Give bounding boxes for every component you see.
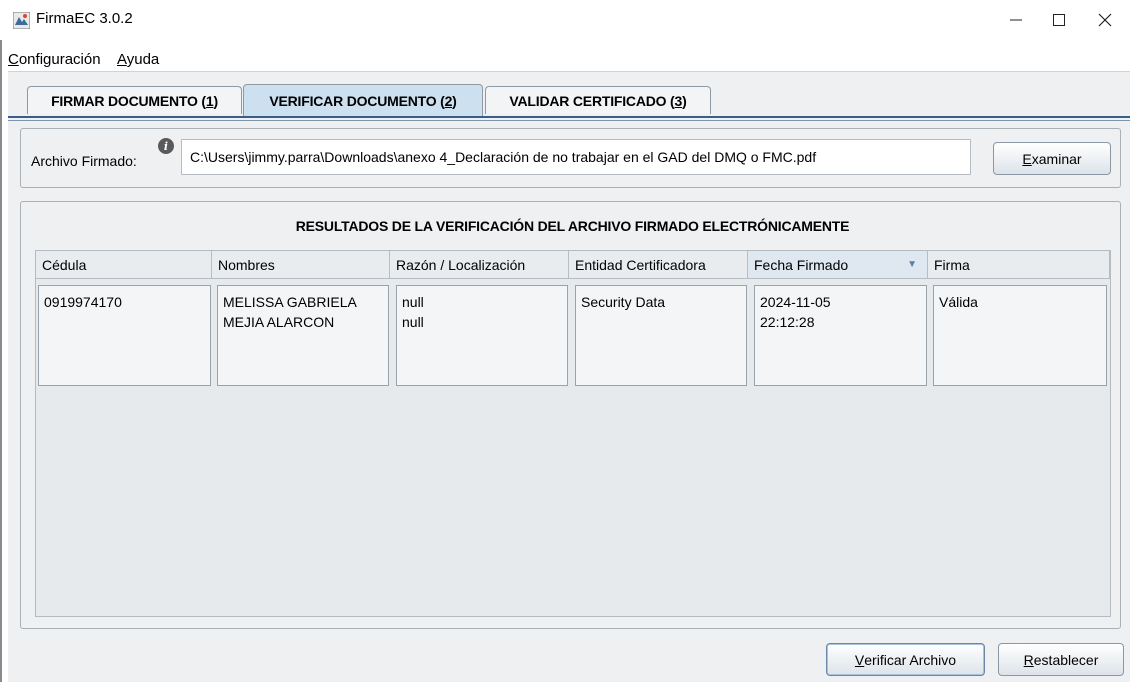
- tab-verificar-label: VERIFICAR DOCUMENTO (: [269, 92, 445, 109]
- cell-fecha-date: 2024-11-05: [760, 294, 831, 310]
- window-title: FirmaEC 3.0.2: [36, 10, 133, 27]
- tab-verificar-mnemonic: 2: [444, 92, 453, 109]
- tab-underline-secondary: [8, 120, 1130, 121]
- column-header-firma[interactable]: Firma: [928, 251, 1110, 279]
- cell-entidad-value: Security Data: [581, 294, 666, 310]
- cell-razon-line2: null: [402, 314, 424, 330]
- cell-nombres-line2: MEJIA ALARCON: [223, 314, 335, 330]
- column-header-fecha[interactable]: Fecha Firmado ▼: [748, 251, 928, 279]
- restablecer-button[interactable]: Restablecer: [998, 643, 1124, 676]
- cell-entidad[interactable]: Security Data: [575, 285, 747, 386]
- maximize-icon: [1053, 14, 1065, 26]
- tab-verificar-close-paren: ): [452, 92, 457, 109]
- archivo-firmado-field[interactable]: C:\Users\jimmy.parra\Downloads\anexo 4_D…: [181, 139, 971, 175]
- cell-cedula-value: 0919974170: [44, 294, 122, 310]
- verificar-archivo-button[interactable]: Verificar Archivo: [826, 643, 985, 676]
- window-left-edge: [0, 40, 2, 682]
- tab-validar-close-paren: ): [682, 92, 687, 109]
- examinar-button[interactable]: Examinar: [993, 142, 1111, 175]
- menu-ayuda-mnemonic: A: [117, 51, 127, 68]
- menu-ayuda[interactable]: Ayuda: [117, 51, 159, 68]
- cell-razon-line1: null: [402, 294, 424, 310]
- minimize-icon: [1010, 19, 1022, 21]
- verificar-label: erificar Archivo: [864, 651, 957, 668]
- menu-ayuda-label: yuda: [126, 51, 160, 68]
- results-title: RESULTADOS DE LA VERIFICACIÓN DEL ARCHIV…: [295, 218, 850, 234]
- menu-bar: Configuración Ayuda: [3, 44, 1128, 70]
- info-icon[interactable]: i: [158, 138, 174, 154]
- tab-firmar-label: FIRMAR DOCUMENTO (: [51, 92, 206, 109]
- close-icon: [1098, 13, 1112, 27]
- archivo-firmado-label: Archivo Firmado:: [31, 153, 137, 169]
- cell-fecha-time: 22:12:28: [760, 314, 815, 330]
- cell-cedula[interactable]: 0919974170: [38, 285, 211, 386]
- column-header-cedula[interactable]: Cédula: [36, 251, 212, 279]
- cell-nombres[interactable]: MELISSA GABRIELA MEJIA ALARCON: [217, 285, 389, 386]
- close-button[interactable]: [1082, 0, 1128, 40]
- title-bar: FirmaEC 3.0.2: [0, 0, 1130, 40]
- cell-fecha[interactable]: 2024-11-05 22:12:28: [754, 285, 927, 386]
- tab-validar-label: VALIDAR CERTIFICADO (: [509, 92, 675, 109]
- column-header-razon[interactable]: Razón / Localización: [390, 251, 569, 279]
- cell-firma-value: Válida: [939, 294, 978, 310]
- cell-firma[interactable]: Válida: [933, 285, 1107, 386]
- verificar-mnemonic: V: [854, 651, 865, 668]
- column-header-entidad[interactable]: Entidad Certificadora: [569, 251, 748, 279]
- cell-nombres-line1: MELISSA GABRIELA: [223, 294, 357, 310]
- tab-verificar-documento[interactable]: VERIFICAR DOCUMENTO (2): [243, 84, 483, 116]
- menu-configuracion-label: onfiguración: [18, 51, 101, 68]
- examinar-mnemonic: E: [1022, 150, 1032, 167]
- menu-configuracion[interactable]: Configuración: [8, 51, 101, 68]
- tab-validar-certificado[interactable]: VALIDAR CERTIFICADO (3): [485, 86, 711, 114]
- restablecer-mnemonic: R: [1023, 651, 1034, 668]
- examinar-label: xaminar: [1031, 150, 1082, 167]
- column-header-fecha-label: Fecha Firmado: [754, 257, 849, 273]
- tab-validar-mnemonic: 3: [674, 92, 683, 109]
- tab-firmar-close-paren: ): [213, 92, 218, 109]
- sort-descending-icon: ▼: [907, 259, 917, 270]
- app-icon: [13, 12, 30, 29]
- tab-underline: [8, 116, 1130, 118]
- cell-razon[interactable]: null null: [396, 285, 568, 386]
- tab-firmar-mnemonic: 1: [205, 92, 214, 109]
- column-header-nombres[interactable]: Nombres: [212, 251, 390, 279]
- minimize-button[interactable]: [993, 0, 1039, 40]
- restablecer-label: establecer: [1033, 651, 1099, 668]
- tab-firmar-documento[interactable]: FIRMAR DOCUMENTO (1): [27, 86, 242, 114]
- maximize-button[interactable]: [1036, 0, 1082, 40]
- menu-configuracion-mnemonic: C: [8, 51, 19, 68]
